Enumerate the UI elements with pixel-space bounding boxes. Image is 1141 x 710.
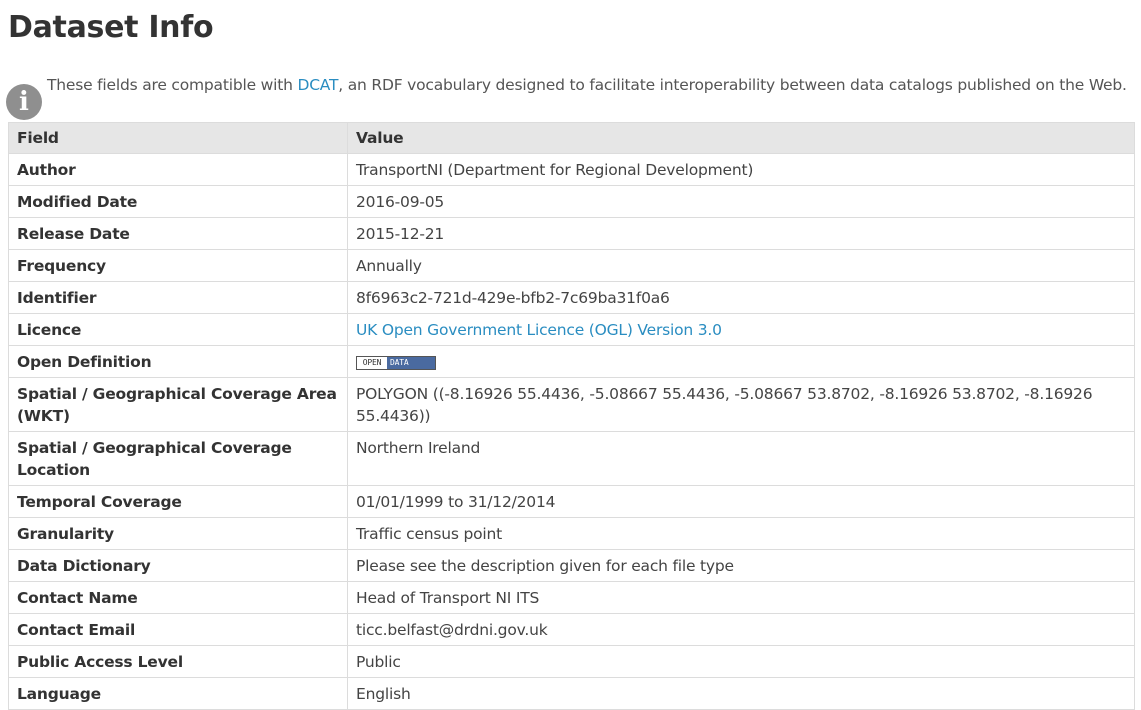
- table-row: Open Definition OPEN DATA: [8, 345, 1135, 378]
- dcat-link[interactable]: DCAT: [297, 76, 338, 94]
- table-row: Spatial / Geographical Coverage Location…: [8, 431, 1135, 486]
- value-temporal-coverage: 01/01/1999 to 31/12/2014: [347, 485, 1135, 518]
- table-row: Data Dictionary Please see the descripti…: [8, 549, 1135, 582]
- table-row: Author TransportNI (Department for Regio…: [8, 153, 1135, 186]
- field-temporal-coverage: Temporal Coverage: [8, 485, 348, 518]
- field-contact-email: Contact Email: [8, 613, 348, 646]
- table-header-row: Field Value: [8, 122, 1135, 154]
- value-coverage-location: Northern Ireland: [347, 431, 1135, 486]
- value-granularity: Traffic census point: [347, 517, 1135, 550]
- field-author: Author: [8, 153, 348, 186]
- info-icon: i: [6, 84, 42, 120]
- dataset-info-table: Field Value Author TransportNI (Departme…: [8, 122, 1135, 710]
- table-row: Identifier 8f6963c2-721d-429e-bfb2-7c69b…: [8, 281, 1135, 314]
- table-row: Licence UK Open Government Licence (OGL)…: [8, 313, 1135, 346]
- field-frequency: Frequency: [8, 249, 348, 282]
- field-public-access-level: Public Access Level: [8, 645, 348, 678]
- table-row: Release Date 2015-12-21: [8, 217, 1135, 250]
- field-language: Language: [8, 677, 348, 710]
- field-release-date: Release Date: [8, 217, 348, 250]
- value-contact-email: ticc.belfast@drdni.gov.uk: [347, 613, 1135, 646]
- value-modified-date: 2016-09-05: [347, 185, 1135, 218]
- value-release-date: 2015-12-21: [347, 217, 1135, 250]
- field-coverage-area: Spatial / Geographical Coverage Area (WK…: [8, 377, 348, 432]
- field-data-dictionary: Data Dictionary: [8, 549, 348, 582]
- column-header-value: Value: [347, 122, 1135, 154]
- table-row: Spatial / Geographical Coverage Area (WK…: [8, 377, 1135, 432]
- column-header-field: Field: [8, 122, 348, 154]
- field-coverage-location: Spatial / Geographical Coverage Location: [8, 431, 348, 486]
- table-row: Language English: [8, 677, 1135, 710]
- value-contact-name: Head of Transport NI ITS: [347, 581, 1135, 614]
- value-author: TransportNI (Department for Regional Dev…: [347, 153, 1135, 186]
- field-open-definition: Open Definition: [8, 345, 348, 378]
- table-row: Frequency Annually: [8, 249, 1135, 282]
- value-language: English: [347, 677, 1135, 710]
- table-row: Contact Email ticc.belfast@drdni.gov.uk: [8, 613, 1135, 646]
- info-text-after: , an RDF vocabulary designed to facilita…: [338, 76, 1127, 94]
- table-row: Public Access Level Public: [8, 645, 1135, 678]
- value-data-dictionary: Please see the description given for eac…: [347, 549, 1135, 582]
- field-licence: Licence: [8, 313, 348, 346]
- table-row: Temporal Coverage 01/01/1999 to 31/12/20…: [8, 485, 1135, 518]
- field-identifier: Identifier: [8, 281, 348, 314]
- field-granularity: Granularity: [8, 517, 348, 550]
- open-data-badge-left: OPEN: [357, 357, 387, 369]
- value-identifier: 8f6963c2-721d-429e-bfb2-7c69ba31f0a6: [347, 281, 1135, 314]
- licence-link[interactable]: UK Open Government Licence (OGL) Version…: [356, 321, 722, 339]
- table-row: Contact Name Head of Transport NI ITS: [8, 581, 1135, 614]
- field-modified-date: Modified Date: [8, 185, 348, 218]
- dcat-info-notice: i These fields are compatible with DCAT,…: [6, 74, 1136, 120]
- info-text-before: These fields are compatible with: [47, 76, 298, 94]
- value-frequency: Annually: [347, 249, 1135, 282]
- info-text: These fields are compatible with DCAT, a…: [47, 76, 1127, 94]
- open-data-badge[interactable]: OPEN DATA: [356, 356, 436, 370]
- page-title: Dataset Info: [8, 10, 214, 45]
- open-data-badge-right: DATA: [387, 357, 435, 369]
- table-row: Modified Date 2016-09-05: [8, 185, 1135, 218]
- value-coverage-area: POLYGON ((-8.16926 55.4436, -5.08667 55.…: [347, 377, 1135, 432]
- field-contact-name: Contact Name: [8, 581, 348, 614]
- value-public-access-level: Public: [347, 645, 1135, 678]
- table-row: Granularity Traffic census point: [8, 517, 1135, 550]
- value-licence: UK Open Government Licence (OGL) Version…: [347, 313, 1135, 346]
- value-open-definition: OPEN DATA: [347, 345, 1135, 378]
